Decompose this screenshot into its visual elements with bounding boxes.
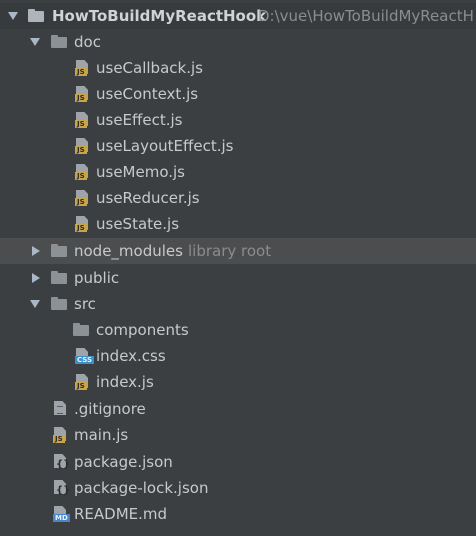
folder-label: node_modules bbox=[74, 242, 183, 260]
folder-label: doc bbox=[74, 33, 101, 51]
tree-folder-src[interactable]: src bbox=[0, 291, 476, 317]
tree-file-uselayouteffect[interactable]: JS useLayoutEffect.js bbox=[0, 133, 476, 159]
project-name: HowToBuildMyReactHook bbox=[52, 7, 267, 25]
text-file-icon bbox=[54, 401, 66, 417]
file-label: package-lock.json bbox=[74, 479, 209, 497]
file-label: useLayoutEffect.js bbox=[96, 137, 234, 155]
tree-folder-doc[interactable]: doc bbox=[0, 29, 476, 55]
folder-label: public bbox=[74, 269, 120, 287]
file-label: README.md bbox=[74, 505, 168, 523]
library-root-hint: library root bbox=[188, 242, 272, 260]
expand-arrow-icon[interactable] bbox=[6, 3, 20, 29]
folder-label: src bbox=[74, 295, 96, 313]
tree-file-package-json[interactable]: {} package.json bbox=[0, 449, 476, 475]
tree-file-usememo[interactable]: JS useMemo.js bbox=[0, 159, 476, 185]
file-label: useContext.js bbox=[96, 85, 199, 103]
markdown-file-icon: MD bbox=[53, 506, 70, 522]
project-path: D:\vue\HowToBuildMyReactH bbox=[258, 7, 474, 25]
js-file-icon: JS bbox=[53, 427, 66, 443]
json-file-icon: {} bbox=[54, 454, 70, 470]
js-file-icon: JS bbox=[75, 138, 88, 154]
file-label: useState.js bbox=[96, 215, 180, 233]
folder-icon bbox=[51, 35, 67, 48]
folder-icon bbox=[51, 271, 67, 284]
file-label: main.js bbox=[74, 426, 129, 444]
tree-file-main-js[interactable]: JS main.js bbox=[0, 422, 476, 448]
file-label: useEffect.js bbox=[96, 111, 183, 129]
tree-file-useeffect[interactable]: JS useEffect.js bbox=[0, 107, 476, 133]
file-label: useCallback.js bbox=[96, 59, 203, 77]
js-file-icon: JS bbox=[75, 60, 88, 76]
tree-file-index-css[interactable]: CSS index.css bbox=[0, 343, 476, 369]
folder-icon bbox=[73, 323, 89, 336]
file-label: index.css bbox=[96, 347, 166, 365]
collapse-arrow-icon[interactable] bbox=[28, 238, 42, 264]
expand-arrow-icon[interactable] bbox=[28, 291, 42, 317]
js-file-icon: JS bbox=[75, 164, 88, 180]
folder-label: components bbox=[96, 321, 189, 339]
tree-folder-components[interactable]: components bbox=[0, 317, 476, 343]
tree-root-project[interactable]: HowToBuildMyReactHook D:\vue\HowToBuildM… bbox=[0, 3, 476, 29]
folder-icon bbox=[51, 244, 67, 257]
folder-icon bbox=[51, 297, 67, 310]
tree-file-usecallback[interactable]: JS useCallback.js bbox=[0, 55, 476, 81]
file-label: useMemo.js bbox=[96, 163, 185, 181]
expand-arrow-icon[interactable] bbox=[28, 29, 42, 55]
js-file-icon: JS bbox=[75, 86, 88, 102]
js-file-icon: JS bbox=[75, 112, 88, 128]
tree-file-index-js[interactable]: JS index.js bbox=[0, 369, 476, 395]
tree-file-usestate[interactable]: JS useState.js bbox=[0, 211, 476, 237]
tree-folder-public[interactable]: public bbox=[0, 265, 476, 291]
tree-file-usecontext[interactable]: JS useContext.js bbox=[0, 81, 476, 107]
js-file-icon: JS bbox=[75, 190, 88, 206]
project-folder-icon bbox=[28, 9, 44, 22]
tree-file-readme[interactable]: MD README.md bbox=[0, 501, 476, 527]
tree-file-usereducer[interactable]: JS useReducer.js bbox=[0, 185, 476, 211]
json-file-icon: {} bbox=[54, 480, 70, 496]
tree-folder-node-modules[interactable]: node_modules library root bbox=[0, 238, 476, 264]
tree-file-gitignore[interactable]: .gitignore bbox=[0, 396, 476, 422]
file-label: useReducer.js bbox=[96, 189, 200, 207]
file-label: package.json bbox=[74, 453, 173, 471]
project-tree: HowToBuildMyReactHook D:\vue\HowToBuildM… bbox=[0, 0, 476, 536]
collapse-arrow-icon[interactable] bbox=[28, 265, 42, 291]
file-label: .gitignore bbox=[74, 400, 146, 418]
tree-file-package-lock-json[interactable]: {} package-lock.json bbox=[0, 475, 476, 501]
file-label: index.js bbox=[96, 373, 154, 391]
js-file-icon: JS bbox=[75, 216, 88, 232]
js-file-icon: JS bbox=[75, 374, 88, 390]
css-file-icon: CSS bbox=[75, 348, 95, 364]
